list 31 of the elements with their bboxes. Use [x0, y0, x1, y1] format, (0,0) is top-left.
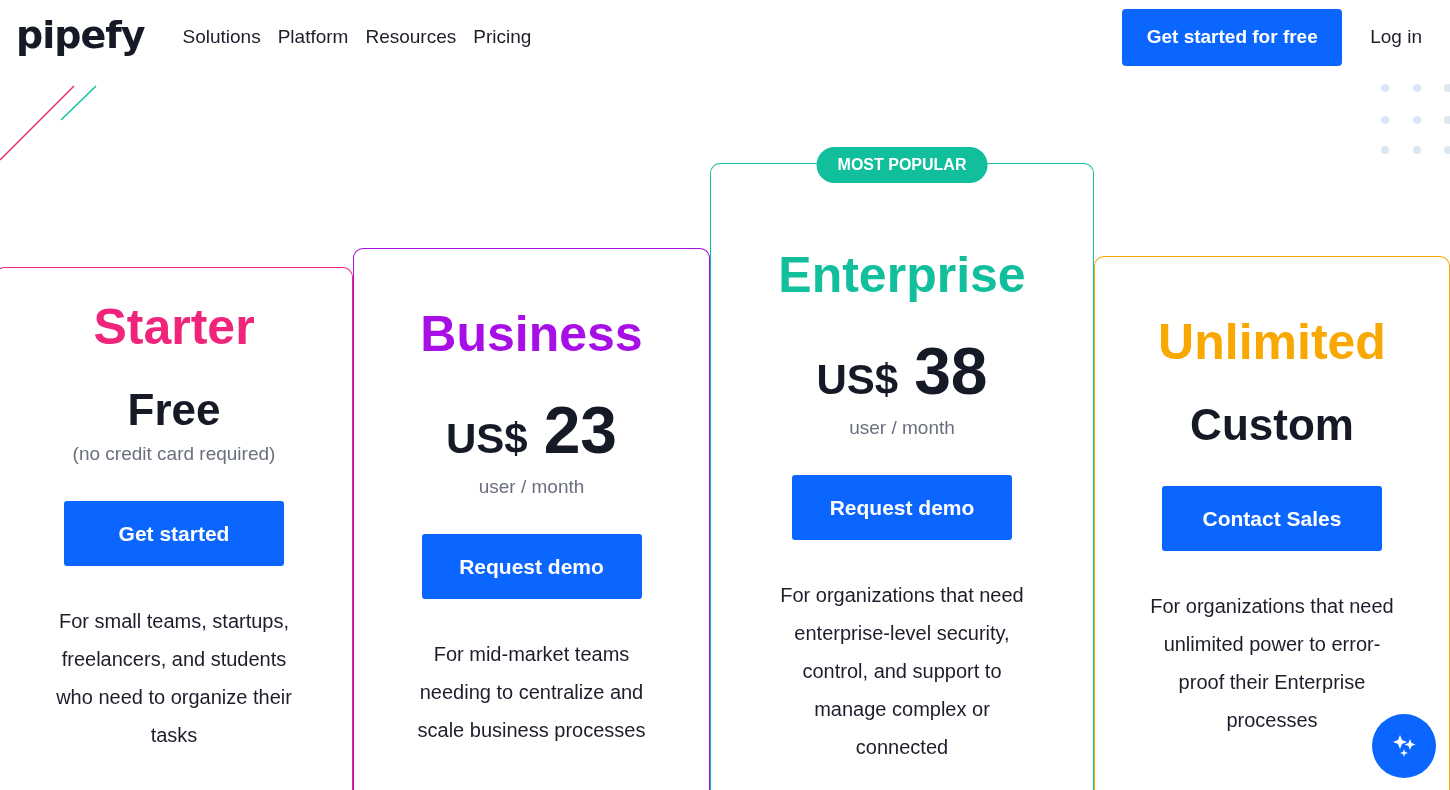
- plan-description: For organizations that need enterprise-level security, control, and support to manage complex or connected: [779, 583, 1025, 760]
- logo[interactable]: pipefy: [16, 13, 145, 57]
- price-note: user / month: [849, 417, 955, 439]
- nav-link[interactable]: Pricing: [473, 26, 532, 48]
- plan-description: For organizations that need unlimited power to error-proof their Enterprise processes: [1149, 594, 1395, 733]
- plan-button[interactable]: Get started: [64, 501, 284, 566]
- plan-button[interactable]: Request demo: [792, 475, 1012, 540]
- nav-link[interactable]: Platform: [277, 26, 349, 48]
- price-note: user / month: [478, 476, 585, 498]
- plan-name: Enterprise: [778, 248, 1026, 303]
- price-note: (no credit card required): [72, 443, 276, 465]
- get-started-button[interactable]: Get started for free: [1122, 8, 1343, 66]
- plan-price: Free: [127, 385, 221, 435]
- plan-name: Business: [420, 307, 643, 362]
- plan-button[interactable]: Request demo: [421, 534, 642, 599]
- currency: US$: [445, 415, 528, 463]
- plan-description: For mid-market teams needing to centralize and scale business processes: [416, 642, 647, 743]
- plan-price: 38: [914, 333, 988, 409]
- nav-link[interactable]: Solutions: [182, 26, 261, 48]
- plan-name: Starter: [93, 300, 255, 355]
- plan-description: For small teams, startups, freelancers, and students who need to organize their tasks: [55, 609, 293, 748]
- plan-button[interactable]: Contact Sales: [1162, 486, 1382, 551]
- dot-grid-drawing: [1378, 84, 1450, 156]
- plan-price: Custom: [1190, 400, 1354, 450]
- currency: US$: [816, 356, 899, 404]
- popular-badge: MOST POPULAR: [816, 147, 988, 183]
- plan-price: 23: [543, 392, 618, 468]
- nav-link[interactable]: Resources: [365, 26, 457, 48]
- login-link[interactable]: Log in: [1370, 26, 1422, 48]
- sparkle-icon: [1391, 733, 1417, 759]
- plan-name: Unlimited: [1158, 315, 1386, 370]
